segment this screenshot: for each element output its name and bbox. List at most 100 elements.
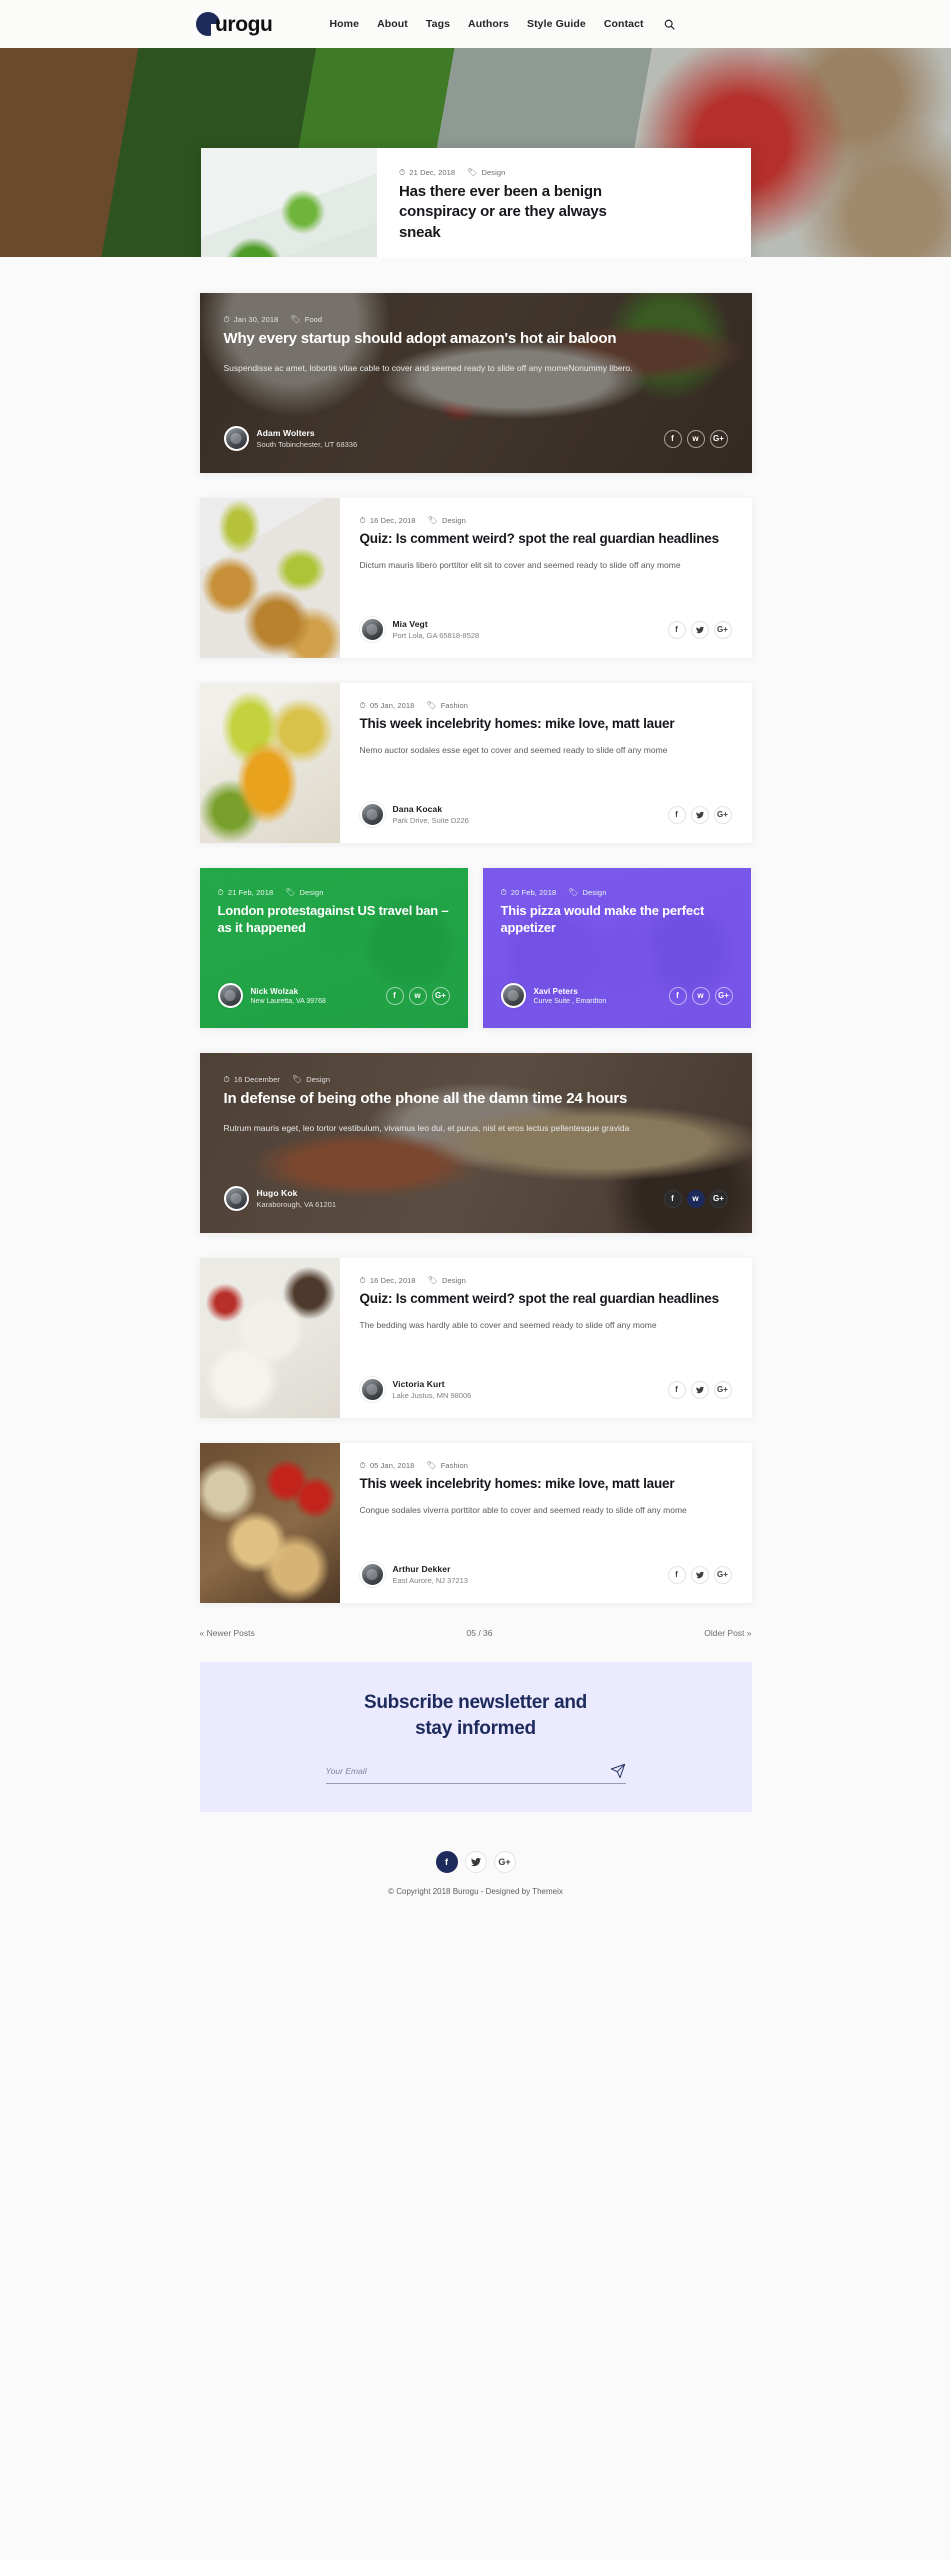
post-category[interactable]: Fashion — [441, 701, 468, 710]
email-field[interactable] — [325, 1766, 610, 1777]
google-plus-icon[interactable]: G+ — [709, 429, 728, 448]
nav-item-home[interactable]: Home — [329, 18, 359, 30]
google-plus-icon[interactable]: G+ — [709, 1189, 728, 1208]
facebook-icon[interactable]: f — [663, 1189, 682, 1208]
post-card-green[interactable]: ⏱ 21 Feb, 2018 🏷 Design London protestag… — [199, 868, 468, 1028]
twitter-icon[interactable]: w — [686, 429, 705, 448]
nav-item-authors[interactable]: Authors — [468, 18, 509, 30]
avatar — [359, 802, 385, 827]
post-author-row: Xavi Peters Curve Suite , Emardton f w G… — [500, 983, 733, 1008]
author-location: East Aurore, NJ 37213 — [392, 1576, 468, 1585]
facebook-icon[interactable]: f — [435, 1851, 458, 1873]
nav-item-tags[interactable]: Tags — [426, 18, 450, 30]
hero-thumbnail-image — [201, 148, 377, 257]
tag-icon: 🏷 — [467, 167, 478, 177]
paper-plane-icon[interactable] — [610, 1763, 626, 1779]
author-name[interactable]: Mia Vegt — [393, 619, 480, 629]
post-card-split-1[interactable]: ⏱ 16 Dec, 2018 🏷 Design Quiz: Is comment… — [199, 498, 752, 658]
clock-icon: ⏱ — [359, 515, 366, 525]
newsletter-title-line2: stay informed — [415, 1717, 536, 1739]
pagination: « Newer Posts 05 / 36 Older Post » — [200, 1628, 752, 1662]
google-plus-icon[interactable]: G+ — [713, 805, 732, 824]
search-icon[interactable] — [664, 19, 675, 30]
hero-category[interactable]: Design — [481, 168, 505, 177]
hero-featured-card[interactable]: ⏱ 21 Dec, 2018 🏷 Design Has there ever b… — [201, 148, 751, 257]
author-name[interactable]: Xavi Peters — [534, 987, 607, 996]
google-plus-icon[interactable]: G+ — [714, 986, 733, 1005]
post-title[interactable]: This week incelebrity homes: mike love, … — [360, 1475, 732, 1493]
clock-icon: ⏱ — [223, 1074, 230, 1084]
post-card-overlay-2[interactable]: ⏱ 16 December 🏷 Design In defense of bei… — [199, 1053, 752, 1233]
facebook-icon[interactable]: f — [667, 620, 686, 639]
post-meta: ⏱ 20 Feb, 2018 🏷 Design — [501, 888, 733, 897]
google-plus-icon[interactable]: G+ — [431, 986, 450, 1005]
hero-excerpt: Congue sodales viverra porttitor erat di… — [399, 253, 649, 257]
main-nav: Home About Tags Authors Style Guide Cont… — [329, 18, 675, 30]
facebook-icon[interactable]: f — [667, 1565, 686, 1584]
post-author-row: Victoria Kurt Lake Justus, MN 98006 f G+ — [359, 1377, 732, 1402]
twitter-icon[interactable]: w — [408, 986, 427, 1005]
author-name[interactable]: Nick Wolzak — [251, 987, 326, 996]
post-title[interactable]: Why every startup should adopt amazon's … — [224, 329, 728, 349]
google-plus-icon[interactable]: G+ — [713, 620, 732, 639]
twitter-icon[interactable] — [690, 1380, 709, 1399]
post-title[interactable]: London protestagainst US travel ban – as… — [218, 902, 450, 937]
nav-item-about[interactable]: About — [377, 18, 408, 30]
google-plus-icon[interactable]: G+ — [493, 1851, 516, 1873]
post-category[interactable]: Design — [583, 888, 607, 897]
post-category[interactable]: Design — [442, 516, 466, 525]
twitter-icon[interactable] — [690, 620, 709, 639]
avatar — [359, 1562, 385, 1587]
facebook-icon[interactable]: f — [668, 986, 687, 1005]
facebook-icon[interactable]: f — [667, 1380, 686, 1399]
post-category[interactable]: Food — [305, 315, 323, 324]
twitter-icon[interactable] — [690, 1565, 709, 1584]
facebook-icon[interactable]: f — [663, 429, 682, 448]
post-date: 16 December — [233, 1075, 280, 1084]
post-author-row: Dana Kocak Park Drive, Suite D226 f G+ — [359, 802, 732, 827]
post-meta: ⏱ 16 Dec, 2018 🏷 Design — [360, 1276, 732, 1285]
hero-title[interactable]: Has there ever been a benign conspiracy … — [399, 182, 649, 243]
clock-icon: ⏱ — [359, 1460, 366, 1470]
post-title[interactable]: Quiz: Is comment weird? spot the real gu… — [360, 530, 732, 548]
twitter-icon[interactable]: w — [686, 1189, 705, 1208]
post-category[interactable]: Fashion — [441, 1461, 468, 1470]
page-counter: 05 / 36 — [466, 1628, 493, 1638]
post-category[interactable]: Design — [442, 1276, 466, 1285]
tag-icon: 🏷 — [426, 700, 437, 710]
post-title[interactable]: This week incelebrity homes: mike love, … — [360, 715, 732, 733]
post-thumbnail-image — [199, 1258, 340, 1418]
post-social-links: f w G+ — [663, 429, 728, 448]
author-name[interactable]: Victoria Kurt — [393, 1379, 472, 1389]
twitter-icon[interactable] — [690, 805, 709, 824]
post-excerpt: Dictum mauris libero porttitor elit sit … — [359, 559, 681, 570]
bottom-spacer — [0, 1918, 951, 1926]
post-card-split-3[interactable]: ⏱ 16 Dec, 2018 🏷 Design Quiz: Is comment… — [199, 1258, 752, 1418]
facebook-icon[interactable]: f — [385, 986, 404, 1005]
post-card-split-2[interactable]: ⏱ 05 Jan, 2018 🏷 Fashion This week incel… — [199, 683, 752, 843]
post-card-purple[interactable]: ⏱ 20 Feb, 2018 🏷 Design This pizza would… — [482, 868, 751, 1028]
post-title[interactable]: This pizza would make the perfect appeti… — [501, 902, 733, 937]
clock-icon: ⏱ — [500, 887, 507, 897]
author-name[interactable]: Arthur Dekker — [393, 1564, 468, 1574]
post-title[interactable]: In defense of being othe phone all the d… — [224, 1089, 728, 1109]
post-title[interactable]: Quiz: Is comment weird? spot the real gu… — [360, 1290, 732, 1308]
post-card-split-4[interactable]: ⏱ 05 Jan, 2018 🏷 Fashion This week incel… — [199, 1443, 752, 1603]
author-name[interactable]: Adam Wolters — [257, 428, 358, 438]
twitter-icon[interactable]: w — [691, 986, 710, 1005]
post-category[interactable]: Design — [306, 1075, 330, 1084]
google-plus-icon[interactable]: G+ — [713, 1565, 732, 1584]
author-name[interactable]: Dana Kocak — [393, 804, 469, 814]
post-card-overlay-1[interactable]: ⏱ Jan 30, 2018 🏷 Food Why every startup … — [199, 293, 752, 473]
older-posts-link[interactable]: Older Post » — [704, 1628, 751, 1638]
newer-posts-link[interactable]: « Newer Posts — [200, 1628, 255, 1638]
post-category[interactable]: Design — [300, 888, 324, 897]
site-logo[interactable]: urogu — [196, 0, 273, 48]
google-plus-icon[interactable]: G+ — [713, 1380, 732, 1399]
nav-item-style-guide[interactable]: Style Guide — [527, 18, 586, 30]
post-social-links: f w G+ — [668, 986, 733, 1005]
twitter-icon[interactable] — [464, 1851, 487, 1873]
facebook-icon[interactable]: f — [667, 805, 686, 824]
nav-item-contact[interactable]: Contact — [604, 18, 644, 30]
author-name[interactable]: Hugo Kok — [257, 1188, 337, 1198]
